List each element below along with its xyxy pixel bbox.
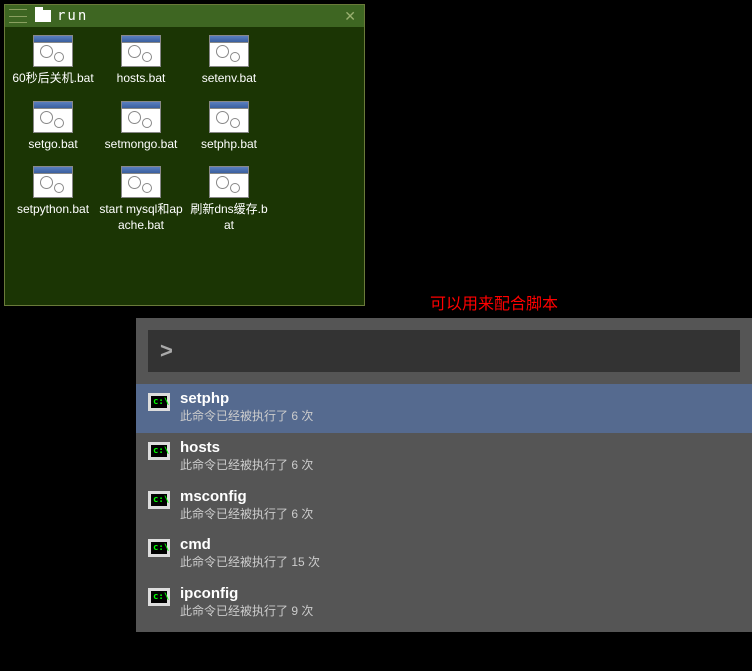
result-subtitle: 此命令已经被执行了 6 次 xyxy=(180,408,313,425)
file-item[interactable]: setpython.bat xyxy=(9,166,97,233)
bat-file-icon xyxy=(121,166,161,198)
bat-file-icon xyxy=(33,101,73,133)
result-text: hosts此命令已经被执行了 6 次 xyxy=(180,439,313,474)
file-label: setgo.bat xyxy=(26,137,79,153)
file-item[interactable]: setphp.bat xyxy=(185,101,273,153)
result-title: hosts xyxy=(180,439,313,457)
file-item[interactable]: start mysql和apache.bat xyxy=(97,166,185,233)
launcher-result-item[interactable]: c:\ hosts此命令已经被执行了 6 次 xyxy=(136,433,752,482)
result-text: ipconfig此命令已经被执行了 9 次 xyxy=(180,585,313,620)
result-text: setphp此命令已经被执行了 6 次 xyxy=(180,390,313,425)
file-label: setpython.bat xyxy=(15,202,91,218)
bat-file-icon xyxy=(33,35,73,67)
hamburger-menu-icon[interactable] xyxy=(9,9,27,23)
explorer-body: 60秒后关机.bat hosts.bat setenv.bat setgo.bat se… xyxy=(5,27,364,305)
file-item[interactable]: 60秒后关机.bat xyxy=(9,35,97,87)
bat-file-icon xyxy=(209,166,249,198)
launcher-result-item[interactable]: c:\ setphp此命令已经被执行了 6 次 xyxy=(136,384,752,433)
result-title: setphp xyxy=(180,390,313,408)
terminal-icon: c:\ xyxy=(148,393,170,411)
launcher-result-item[interactable]: c:\ ipconfig此命令已经被执行了 9 次 xyxy=(136,579,752,628)
result-list: c:\setphp此命令已经被执行了 6 次c:\hosts此命令已经被执行了 … xyxy=(136,384,752,632)
file-explorer-window: run ✕ 60秒后关机.bat hosts.bat setenv.bat setgo… xyxy=(4,4,365,306)
result-subtitle: 此命令已经被执行了 6 次 xyxy=(180,506,313,523)
search-prompt: > xyxy=(160,338,173,363)
launcher-result-item[interactable]: c:\ msconfig此命令已经被执行了 6 次 xyxy=(136,482,752,531)
explorer-titlebar[interactable]: run ✕ xyxy=(5,5,364,27)
result-subtitle: 此命令已经被执行了 9 次 xyxy=(180,603,313,620)
annotation-text: 可以用来配合脚本 xyxy=(430,290,558,314)
result-text: msconfig此命令已经被执行了 6 次 xyxy=(180,488,313,523)
bat-file-icon xyxy=(209,101,249,133)
window-title: run xyxy=(57,8,340,24)
bat-file-icon xyxy=(33,166,73,198)
result-title: cmd xyxy=(180,536,320,554)
result-title: ipconfig xyxy=(180,585,313,603)
file-label: 刷新dns缓存.bat xyxy=(185,202,273,233)
file-item[interactable]: 刷新dns缓存.bat xyxy=(185,166,273,233)
terminal-icon: c:\ xyxy=(148,539,170,557)
file-label: start mysql和apache.bat xyxy=(97,202,185,233)
file-label: setenv.bat xyxy=(200,71,258,87)
result-subtitle: 此命令已经被执行了 15 次 xyxy=(180,554,320,571)
file-label: hosts.bat xyxy=(115,71,168,87)
folder-icon xyxy=(35,10,51,22)
file-item[interactable]: setenv.bat xyxy=(185,35,273,87)
result-title: msconfig xyxy=(180,488,313,506)
terminal-icon: c:\ xyxy=(148,491,170,509)
search-input[interactable]: > xyxy=(148,330,740,372)
launcher-panel: > c:\setphp此命令已经被执行了 6 次c:\hosts此命令已经被执行… xyxy=(136,318,752,632)
bat-file-icon xyxy=(209,35,249,67)
file-label: setmongo.bat xyxy=(103,137,180,153)
result-subtitle: 此命令已经被执行了 6 次 xyxy=(180,457,313,474)
bat-file-icon xyxy=(121,101,161,133)
bat-file-icon xyxy=(121,35,161,67)
file-item[interactable]: setmongo.bat xyxy=(97,101,185,153)
terminal-icon: c:\ xyxy=(148,588,170,606)
file-label: setphp.bat xyxy=(199,137,259,153)
file-label: 60秒后关机.bat xyxy=(10,71,95,87)
file-item[interactable]: setgo.bat xyxy=(9,101,97,153)
file-item[interactable]: hosts.bat xyxy=(97,35,185,87)
launcher-result-item[interactable]: c:\ cmd此命令已经被执行了 15 次 xyxy=(136,530,752,579)
result-text: cmd此命令已经被执行了 15 次 xyxy=(180,536,320,571)
close-icon[interactable]: ✕ xyxy=(340,8,360,25)
terminal-icon: c:\ xyxy=(148,442,170,460)
